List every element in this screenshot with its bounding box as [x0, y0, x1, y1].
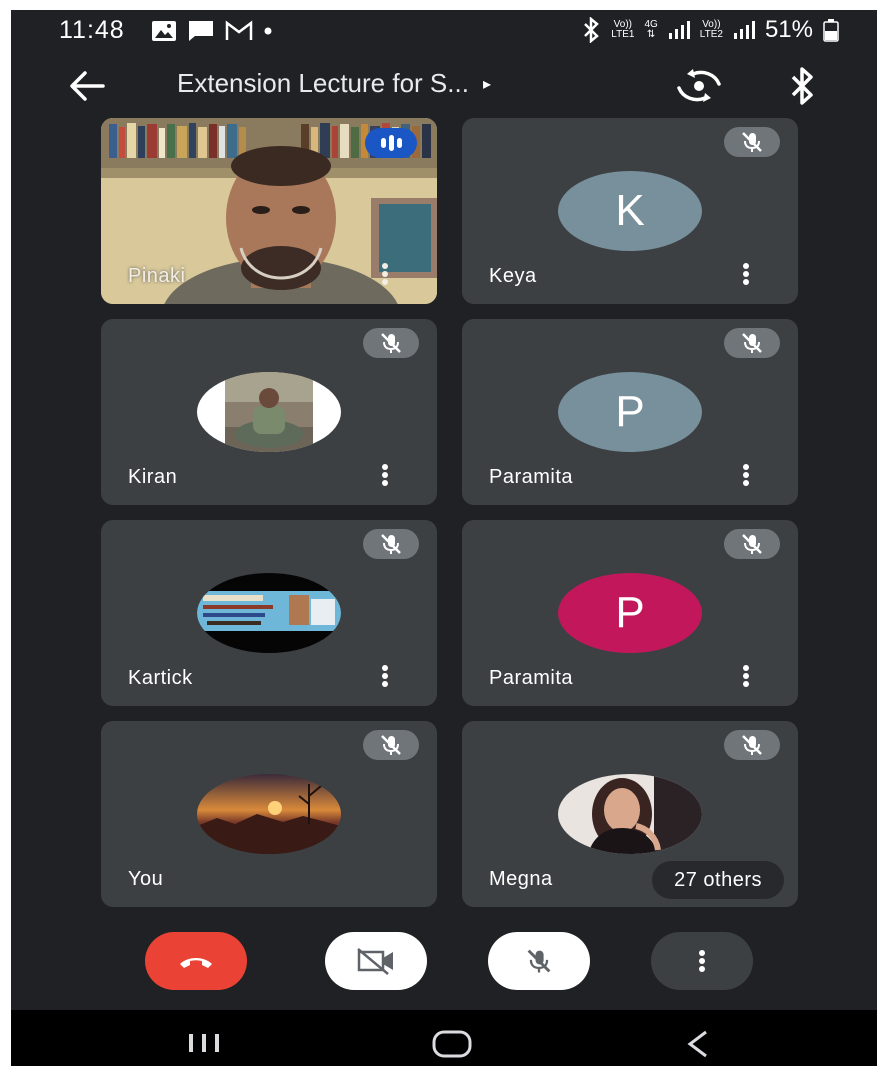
status-time: 11:48: [59, 16, 125, 44]
dot-icon: [264, 27, 272, 35]
more-vertical-icon[interactable]: [742, 262, 750, 286]
end-call-button[interactable]: [145, 932, 247, 990]
volte-1: Vo)) LTE1: [611, 19, 635, 40]
participant-avatar: P: [558, 573, 702, 653]
participant-tile-megna[interactable]: Megna 27 others: [462, 721, 798, 907]
participant-tile-paramita-2[interactable]: P Paramita: [462, 520, 798, 706]
video-off-icon: [357, 948, 393, 975]
profile-photo: [558, 774, 702, 854]
status-bar: 11:48 Vo)) LTE1 4G ⇅ Vo)) LTE2 51%: [11, 10, 877, 56]
speaking-indicator: [365, 128, 417, 158]
participant-name: You: [128, 868, 164, 890]
muted-badge: [363, 328, 419, 358]
recent-apps-icon[interactable]: [187, 1032, 221, 1054]
arrow-left-icon[interactable]: [67, 68, 107, 104]
camera-toggle-button[interactable]: [325, 932, 427, 990]
chevron-right-icon: ▸: [482, 75, 491, 93]
back-nav-icon[interactable]: [686, 1030, 710, 1058]
mic-off-icon: [381, 735, 401, 755]
participant-tile-you[interactable]: You: [101, 721, 437, 907]
switch-camera-icon[interactable]: [675, 66, 723, 106]
mic-off-icon: [742, 333, 762, 353]
bluetooth-status-icon: [584, 17, 600, 43]
status-right: Vo)) LTE1 4G ⇅ Vo)) LTE2 51%: [581, 16, 839, 44]
profile-photo: [197, 573, 341, 653]
bluetooth-icon[interactable]: [787, 66, 819, 106]
participant-avatar: [558, 774, 702, 854]
home-icon[interactable]: [432, 1030, 472, 1058]
muted-badge: [724, 328, 780, 358]
mic-off-icon: [742, 132, 762, 152]
participant-name: Kartick: [128, 667, 193, 689]
signal-1-icon: [668, 21, 690, 39]
more-vertical-icon[interactable]: [381, 262, 389, 286]
participant-name: Paramita: [489, 466, 574, 488]
participant-avatar: [197, 573, 341, 653]
participant-tile-kartick[interactable]: Kartick: [101, 520, 437, 706]
participant-tile-pinaki[interactable]: Pinaki: [101, 118, 437, 304]
mic-off-icon: [381, 333, 401, 353]
participant-avatar: K: [558, 171, 702, 251]
message-icon: [189, 21, 213, 41]
volte-2: Vo)) LTE2: [699, 19, 723, 40]
notification-icons: [151, 19, 273, 43]
signal-2-icon: [733, 21, 755, 39]
meeting-top-bar: Extension Lecture for S... ▸: [11, 56, 877, 116]
participant-avatar: [197, 774, 341, 854]
meet-screen: 11:48 Vo)) LTE1 4G ⇅ Vo)) LTE2 51% Extensio…: [11, 10, 877, 1066]
gmail-icon: [225, 20, 253, 40]
participant-avatar: [197, 372, 341, 452]
more-options-button[interactable]: [651, 932, 753, 990]
meeting-title-button[interactable]: Extension Lecture for S... ▸: [177, 68, 491, 99]
muted-badge: [724, 730, 780, 760]
participant-tile-kiran[interactable]: Kiran: [101, 319, 437, 505]
mic-toggle-button[interactable]: [488, 932, 590, 990]
others-count-chip[interactable]: 27 others: [652, 861, 784, 899]
battery-percent: 51%: [764, 16, 813, 43]
profile-photo: [197, 774, 341, 854]
muted-badge: [724, 127, 780, 157]
more-vertical-icon[interactable]: [381, 463, 389, 487]
participant-name: Megna: [489, 868, 553, 890]
more-vertical-icon: [699, 950, 705, 972]
phone-hangup-icon: [180, 958, 212, 968]
system-nav-bar: [11, 1010, 877, 1066]
more-vertical-icon[interactable]: [742, 463, 750, 487]
more-vertical-icon[interactable]: [742, 664, 750, 688]
mic-off-icon: [742, 534, 762, 554]
muted-badge: [363, 529, 419, 559]
participant-name: Kiran: [128, 466, 178, 488]
call-controls: [11, 932, 877, 1002]
participant-name: Paramita: [489, 667, 574, 689]
mic-off-icon: [381, 534, 401, 554]
meeting-title: Extension Lecture for S...: [177, 68, 469, 98]
network-type: 4G ⇅: [644, 19, 658, 40]
participant-tile-keya[interactable]: K Keya: [462, 118, 798, 304]
more-vertical-icon[interactable]: [381, 664, 389, 688]
participant-name: Keya: [489, 265, 537, 287]
mic-off-icon: [742, 735, 762, 755]
profile-photo: [197, 372, 341, 452]
participant-tile-paramita-1[interactable]: P Paramita: [462, 319, 798, 505]
gallery-icon: [152, 21, 176, 41]
mic-off-icon: [527, 949, 551, 973]
participant-name: Pinaki: [128, 265, 186, 287]
muted-badge: [724, 529, 780, 559]
battery-icon: [823, 19, 839, 42]
participant-avatar: P: [558, 372, 702, 452]
muted-badge: [363, 730, 419, 760]
